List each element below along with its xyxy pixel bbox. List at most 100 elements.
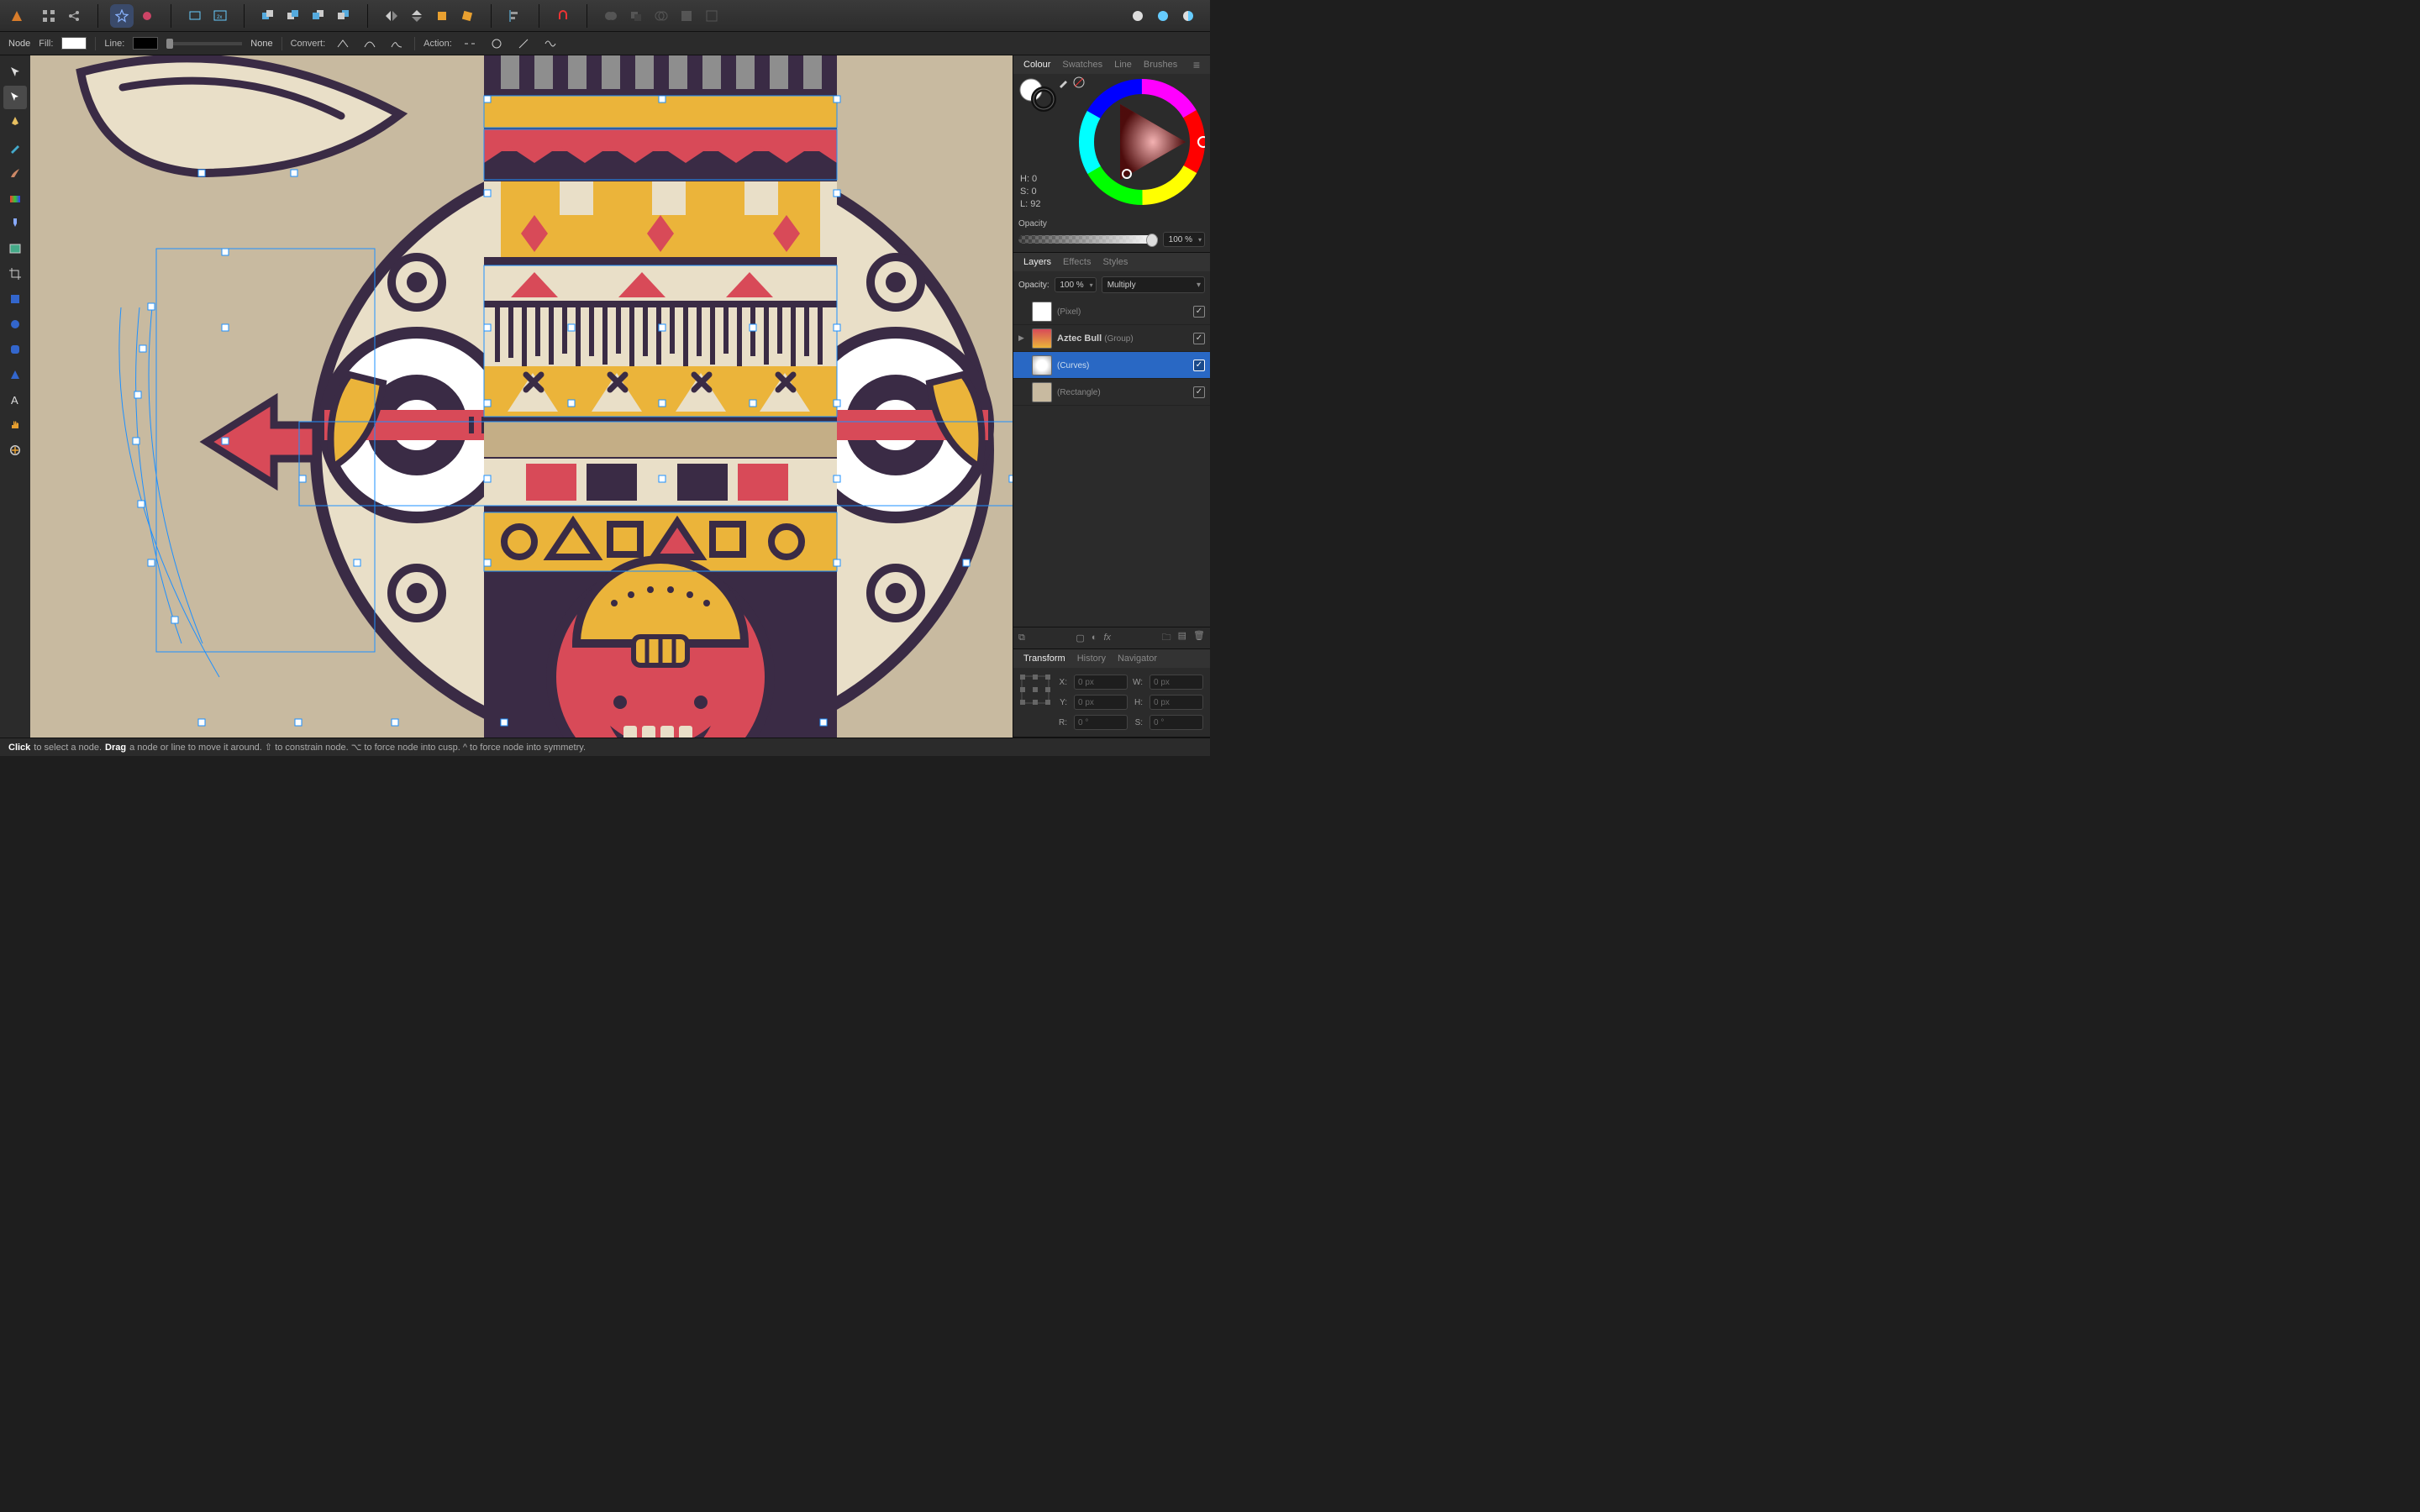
retina-2x-icon[interactable]: 2x: [208, 4, 232, 28]
fill-tool-icon[interactable]: [3, 186, 27, 210]
app-logo-icon[interactable]: [5, 4, 29, 28]
transparency-tool-icon[interactable]: [3, 212, 27, 235]
rounded-rect-tool-icon[interactable]: [3, 338, 27, 361]
persona-vector-icon[interactable]: [110, 4, 134, 28]
fill-swatch[interactable]: [61, 37, 87, 50]
transform-w-field[interactable]: 0 px: [1150, 675, 1203, 690]
layer-name: (Curves): [1057, 360, 1188, 370]
node-tool-icon[interactable]: [3, 86, 27, 109]
move-tool-icon[interactable]: [3, 60, 27, 84]
tab-effects[interactable]: Effects: [1058, 255, 1096, 270]
tab-line[interactable]: Line: [1109, 57, 1137, 72]
convert-sharp-icon[interactable]: [334, 35, 352, 52]
place-tool-icon[interactable]: [3, 237, 27, 260]
transform-x-field[interactable]: 0 px: [1074, 675, 1128, 690]
action-close-icon[interactable]: [487, 35, 506, 52]
boolean-subtract-icon[interactable]: [624, 4, 648, 28]
boolean-add-icon[interactable]: [599, 4, 623, 28]
view-mode-3-icon[interactable]: [1176, 4, 1200, 28]
opacity-slider[interactable]: [1018, 235, 1158, 244]
retina-1x-icon[interactable]: [183, 4, 207, 28]
layer-visibility-checkbox[interactable]: ✓: [1193, 360, 1205, 371]
arrange-backward-icon[interactable]: [307, 4, 330, 28]
brush-tool-icon[interactable]: [3, 161, 27, 185]
layer-row[interactable]: (Rectangle) ✓: [1013, 379, 1210, 406]
layer-opacity-field[interactable]: 100 %: [1055, 277, 1097, 292]
snapping-icon[interactable]: [551, 4, 575, 28]
document-canvas[interactable]: [30, 55, 1013, 738]
layer-row[interactable]: (Curves) ✓: [1013, 352, 1210, 379]
adjustment-icon[interactable]: ◐: [1092, 633, 1097, 643]
ellipse-tool-icon[interactable]: [3, 312, 27, 336]
pencil-tool-icon[interactable]: [3, 136, 27, 160]
tab-layers[interactable]: Layers: [1018, 255, 1056, 270]
transform-h-field[interactable]: 0 px: [1150, 695, 1203, 710]
boolean-xor-icon[interactable]: [675, 4, 698, 28]
view-mode-1-icon[interactable]: [1126, 4, 1150, 28]
tab-navigator[interactable]: Navigator: [1113, 651, 1162, 666]
convert-smooth-icon[interactable]: [360, 35, 379, 52]
tab-brushes[interactable]: Brushes: [1139, 57, 1182, 72]
layers-panel-tabs: Layers Effects Styles: [1013, 253, 1210, 271]
colour-panel-tabs: Colour Swatches Line Brushes ≡: [1013, 55, 1210, 74]
align-left-icon[interactable]: [503, 4, 527, 28]
action-join-icon[interactable]: [514, 35, 533, 52]
line-swatch[interactable]: [133, 37, 158, 50]
colour-panel-menu-icon[interactable]: ≡: [1188, 55, 1205, 74]
tab-swatches[interactable]: Swatches: [1057, 57, 1107, 72]
layer-row[interactable]: ▶ Aztec Bull (Group) ✓: [1013, 325, 1210, 352]
pen-tool-icon[interactable]: [3, 111, 27, 134]
layer-controls: Opacity: 100 % Multiply: [1013, 271, 1210, 298]
crop-tool-icon[interactable]: [3, 262, 27, 286]
boolean-divide-icon[interactable]: [700, 4, 723, 28]
mask-icon[interactable]: ▢: [1076, 633, 1084, 643]
opacity-label: Opacity: [1018, 219, 1205, 228]
eyedropper-icon[interactable]: [1057, 76, 1071, 89]
fill-stroke-selector-icon[interactable]: [1018, 77, 1057, 113]
rotate-cw-icon[interactable]: [455, 4, 479, 28]
transform-y-field[interactable]: 0 px: [1074, 695, 1128, 710]
transform-r-field[interactable]: 0 °: [1074, 715, 1128, 730]
colour-wheel[interactable]: [1079, 79, 1205, 205]
folder-icon[interactable]: 🗀: [1162, 630, 1171, 646]
view-mode-2-icon[interactable]: [1151, 4, 1175, 28]
convert-smart-icon[interactable]: [387, 35, 406, 52]
flip-vertical-icon[interactable]: [405, 4, 429, 28]
tab-transform[interactable]: Transform: [1018, 651, 1071, 666]
status-click: Click: [8, 743, 30, 753]
fx-icon[interactable]: fx: [1103, 633, 1111, 643]
add-layer-icon[interactable]: ▤: [1178, 630, 1186, 646]
share-icon[interactable]: [62, 4, 86, 28]
layers-group-icon[interactable]: ⧉: [1018, 633, 1025, 643]
line-width-slider[interactable]: [166, 42, 242, 45]
triangle-tool-icon[interactable]: [3, 363, 27, 386]
arrange-forward-icon[interactable]: [281, 4, 305, 28]
disclosure-icon[interactable]: ▶: [1018, 333, 1027, 343]
pan-tool-icon[interactable]: [3, 413, 27, 437]
action-break-icon[interactable]: [460, 35, 479, 52]
blend-mode-select[interactable]: Multiply: [1102, 276, 1205, 293]
action-reverse-icon[interactable]: [541, 35, 560, 52]
rotate-ccw-icon[interactable]: [430, 4, 454, 28]
transform-s-field[interactable]: 0 °: [1150, 715, 1203, 730]
rectangle-tool-icon[interactable]: [3, 287, 27, 311]
tab-styles[interactable]: Styles: [1097, 255, 1133, 270]
layer-visibility-checkbox[interactable]: ✓: [1193, 306, 1205, 318]
opacity-field[interactable]: 100 %: [1163, 232, 1205, 247]
flip-horizontal-icon[interactable]: [380, 4, 403, 28]
anchor-grid-icon[interactable]: [1020, 675, 1050, 705]
main-toolbar: 2x: [0, 0, 1210, 32]
boolean-intersect-icon[interactable]: [650, 4, 673, 28]
zoom-tool-icon[interactable]: [3, 438, 27, 462]
layer-visibility-checkbox[interactable]: ✓: [1193, 333, 1205, 344]
arrange-front-icon[interactable]: [256, 4, 280, 28]
tab-history[interactable]: History: [1072, 651, 1111, 666]
persona-pixel-icon[interactable]: [135, 4, 159, 28]
text-tool-icon[interactable]: A: [3, 388, 27, 412]
layer-row[interactable]: (Pixel) ✓: [1013, 298, 1210, 325]
layer-visibility-checkbox[interactable]: ✓: [1193, 386, 1205, 398]
trash-icon[interactable]: 🗑: [1193, 630, 1205, 646]
tab-colour[interactable]: Colour: [1018, 57, 1055, 72]
grid-layout-icon[interactable]: [37, 4, 60, 28]
arrange-back-icon[interactable]: [332, 4, 355, 28]
